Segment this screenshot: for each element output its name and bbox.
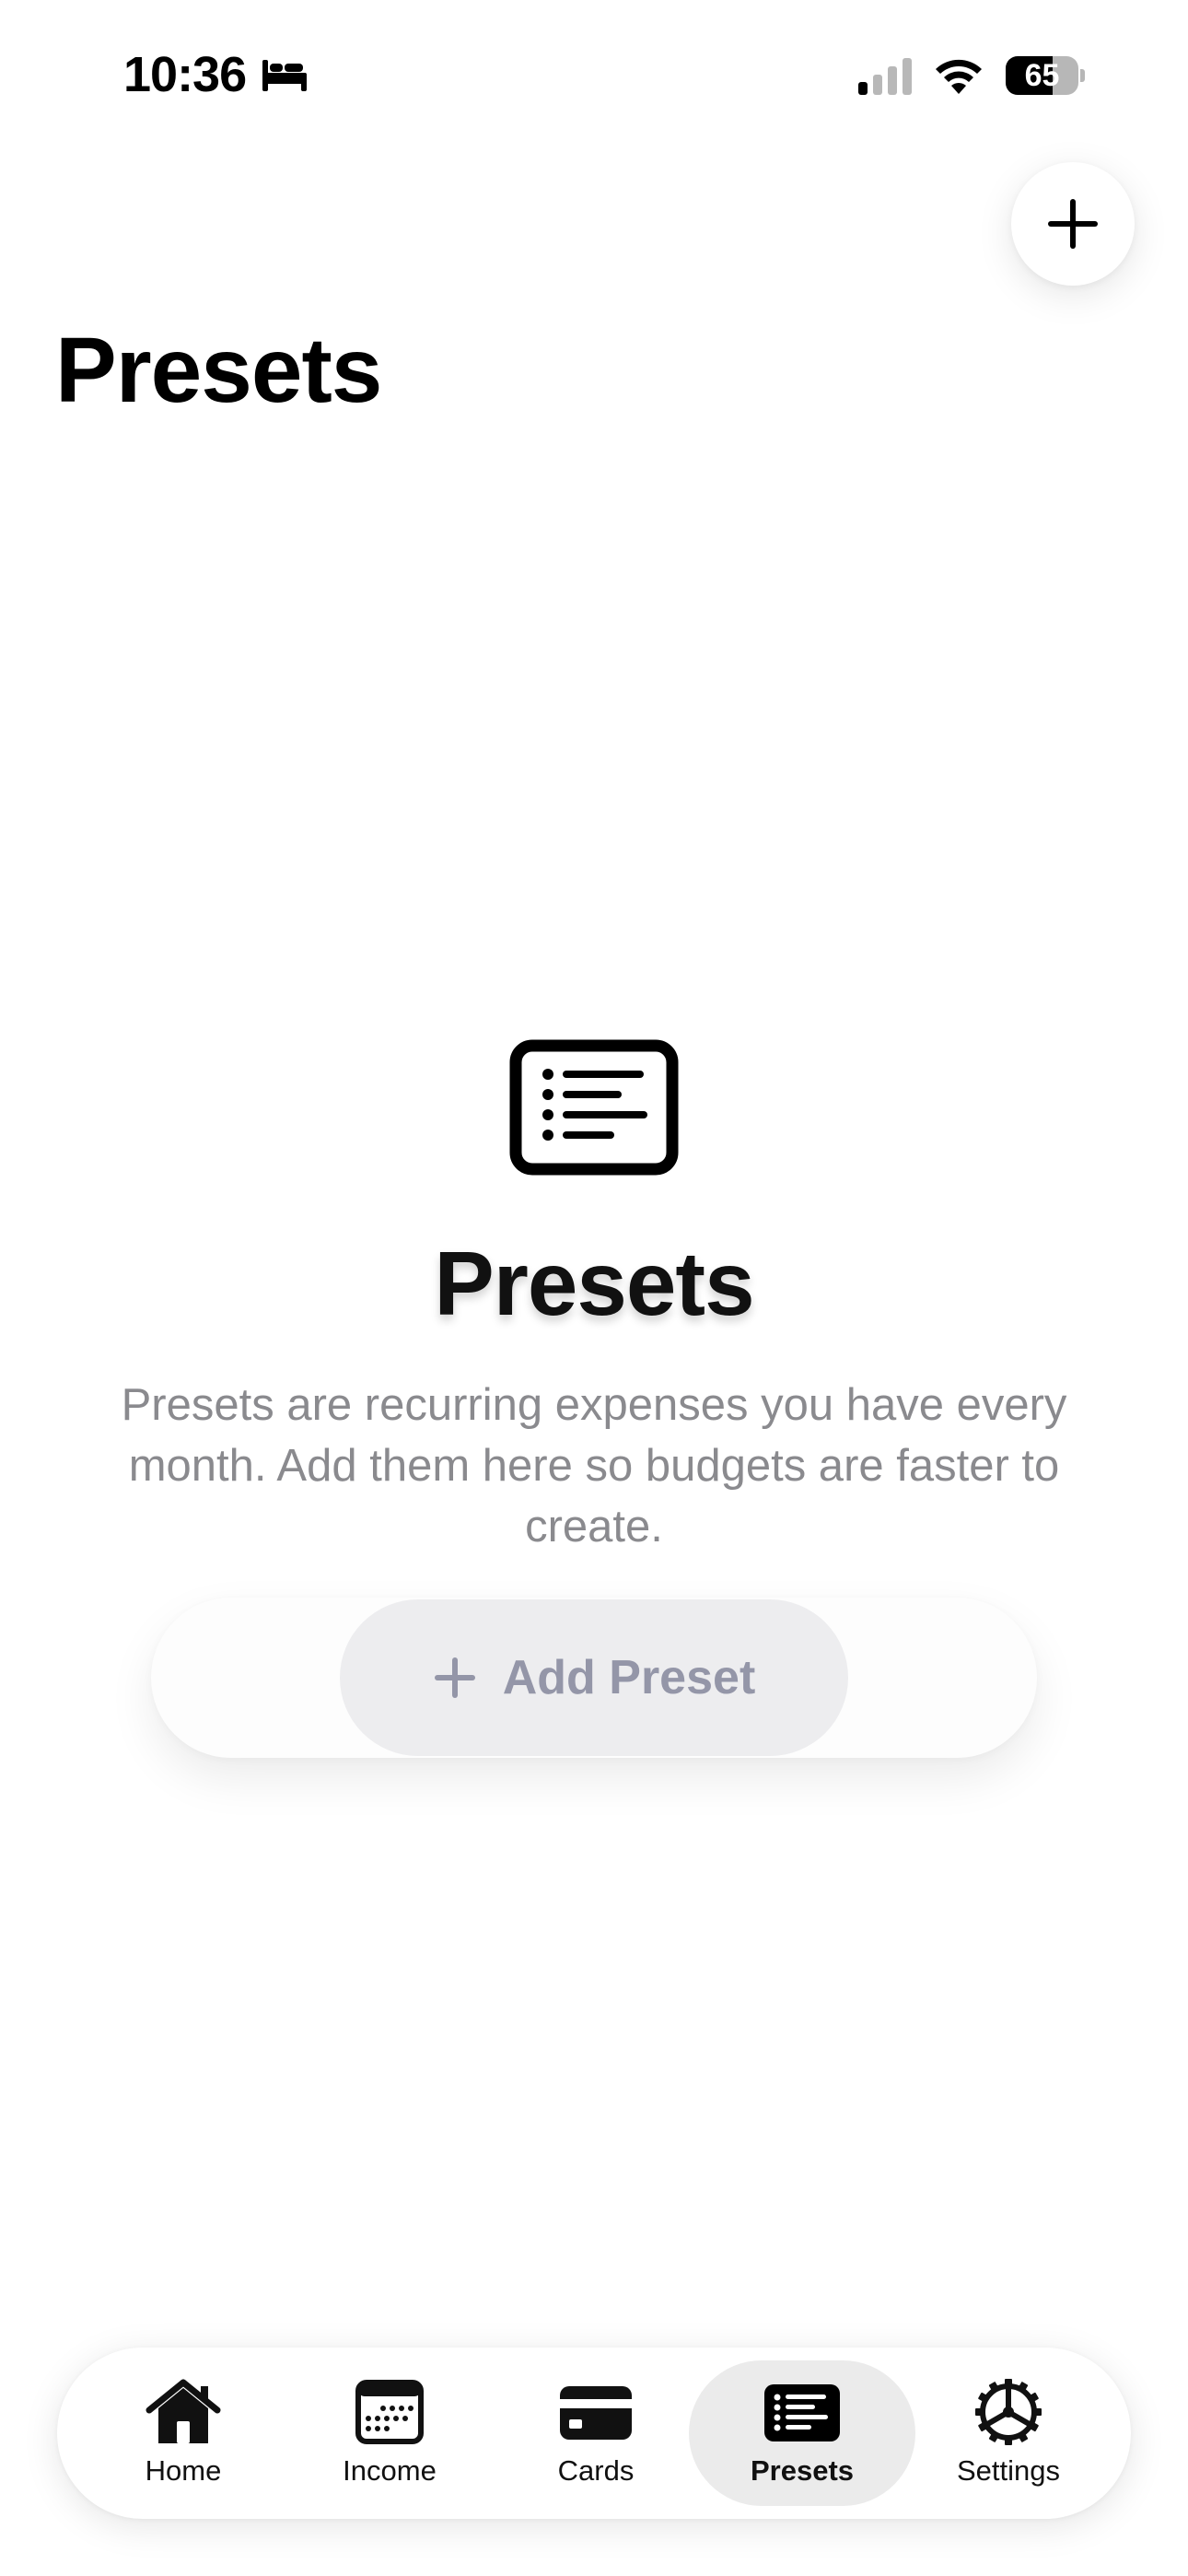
plus-icon bbox=[1048, 199, 1098, 249]
battery-percent: 65 bbox=[1024, 57, 1060, 93]
gear-icon bbox=[975, 2379, 1042, 2445]
status-indicators: 65 bbox=[858, 55, 1085, 96]
tab-label-home: Home bbox=[145, 2454, 222, 2487]
empty-state: Presets Presets are recurring expenses y… bbox=[0, 1039, 1188, 1758]
list-document-icon bbox=[509, 1039, 679, 1176]
tab-income[interactable]: Income bbox=[276, 2360, 503, 2506]
tab-label-cards: Cards bbox=[557, 2454, 635, 2487]
calendar-icon bbox=[355, 2380, 424, 2444]
house-icon bbox=[146, 2379, 221, 2443]
wifi-icon bbox=[936, 59, 982, 94]
list-icon bbox=[764, 2384, 840, 2441]
bed-icon bbox=[262, 60, 308, 91]
status-bar: 10:36 65 bbox=[0, 0, 1188, 157]
credit-card-icon bbox=[560, 2386, 632, 2440]
tab-label-income: Income bbox=[343, 2454, 437, 2487]
cellular-signal-icon bbox=[858, 56, 912, 95]
plus-icon bbox=[434, 1657, 475, 1698]
tab-cards[interactable]: Cards bbox=[483, 2360, 709, 2506]
empty-state-description: Presets are recurring expenses you have … bbox=[121, 1380, 1067, 1551]
tab-home[interactable]: Home bbox=[70, 2360, 297, 2506]
tab-label-presets: Presets bbox=[750, 2454, 855, 2487]
tab-bar: Home Income Cards Presets Settings bbox=[57, 2348, 1131, 2519]
tab-presets[interactable]: Presets bbox=[689, 2360, 915, 2506]
add-preset-button[interactable]: Add Preset bbox=[340, 1599, 848, 1756]
tab-label-settings: Settings bbox=[956, 2454, 1060, 2487]
page-title: Presets bbox=[55, 319, 382, 422]
empty-state-title: Presets bbox=[434, 1233, 754, 1334]
add-preset-button-container: Add Preset bbox=[151, 1598, 1037, 1758]
add-preset-button-label: Add Preset bbox=[502, 1651, 756, 1704]
status-time-text: 10:36 bbox=[123, 47, 247, 102]
tab-settings[interactable]: Settings bbox=[895, 2360, 1122, 2506]
add-preset-fab-button[interactable] bbox=[1011, 162, 1135, 286]
battery-icon: 65 bbox=[1006, 55, 1085, 96]
status-time: 10:36 bbox=[123, 46, 310, 103]
